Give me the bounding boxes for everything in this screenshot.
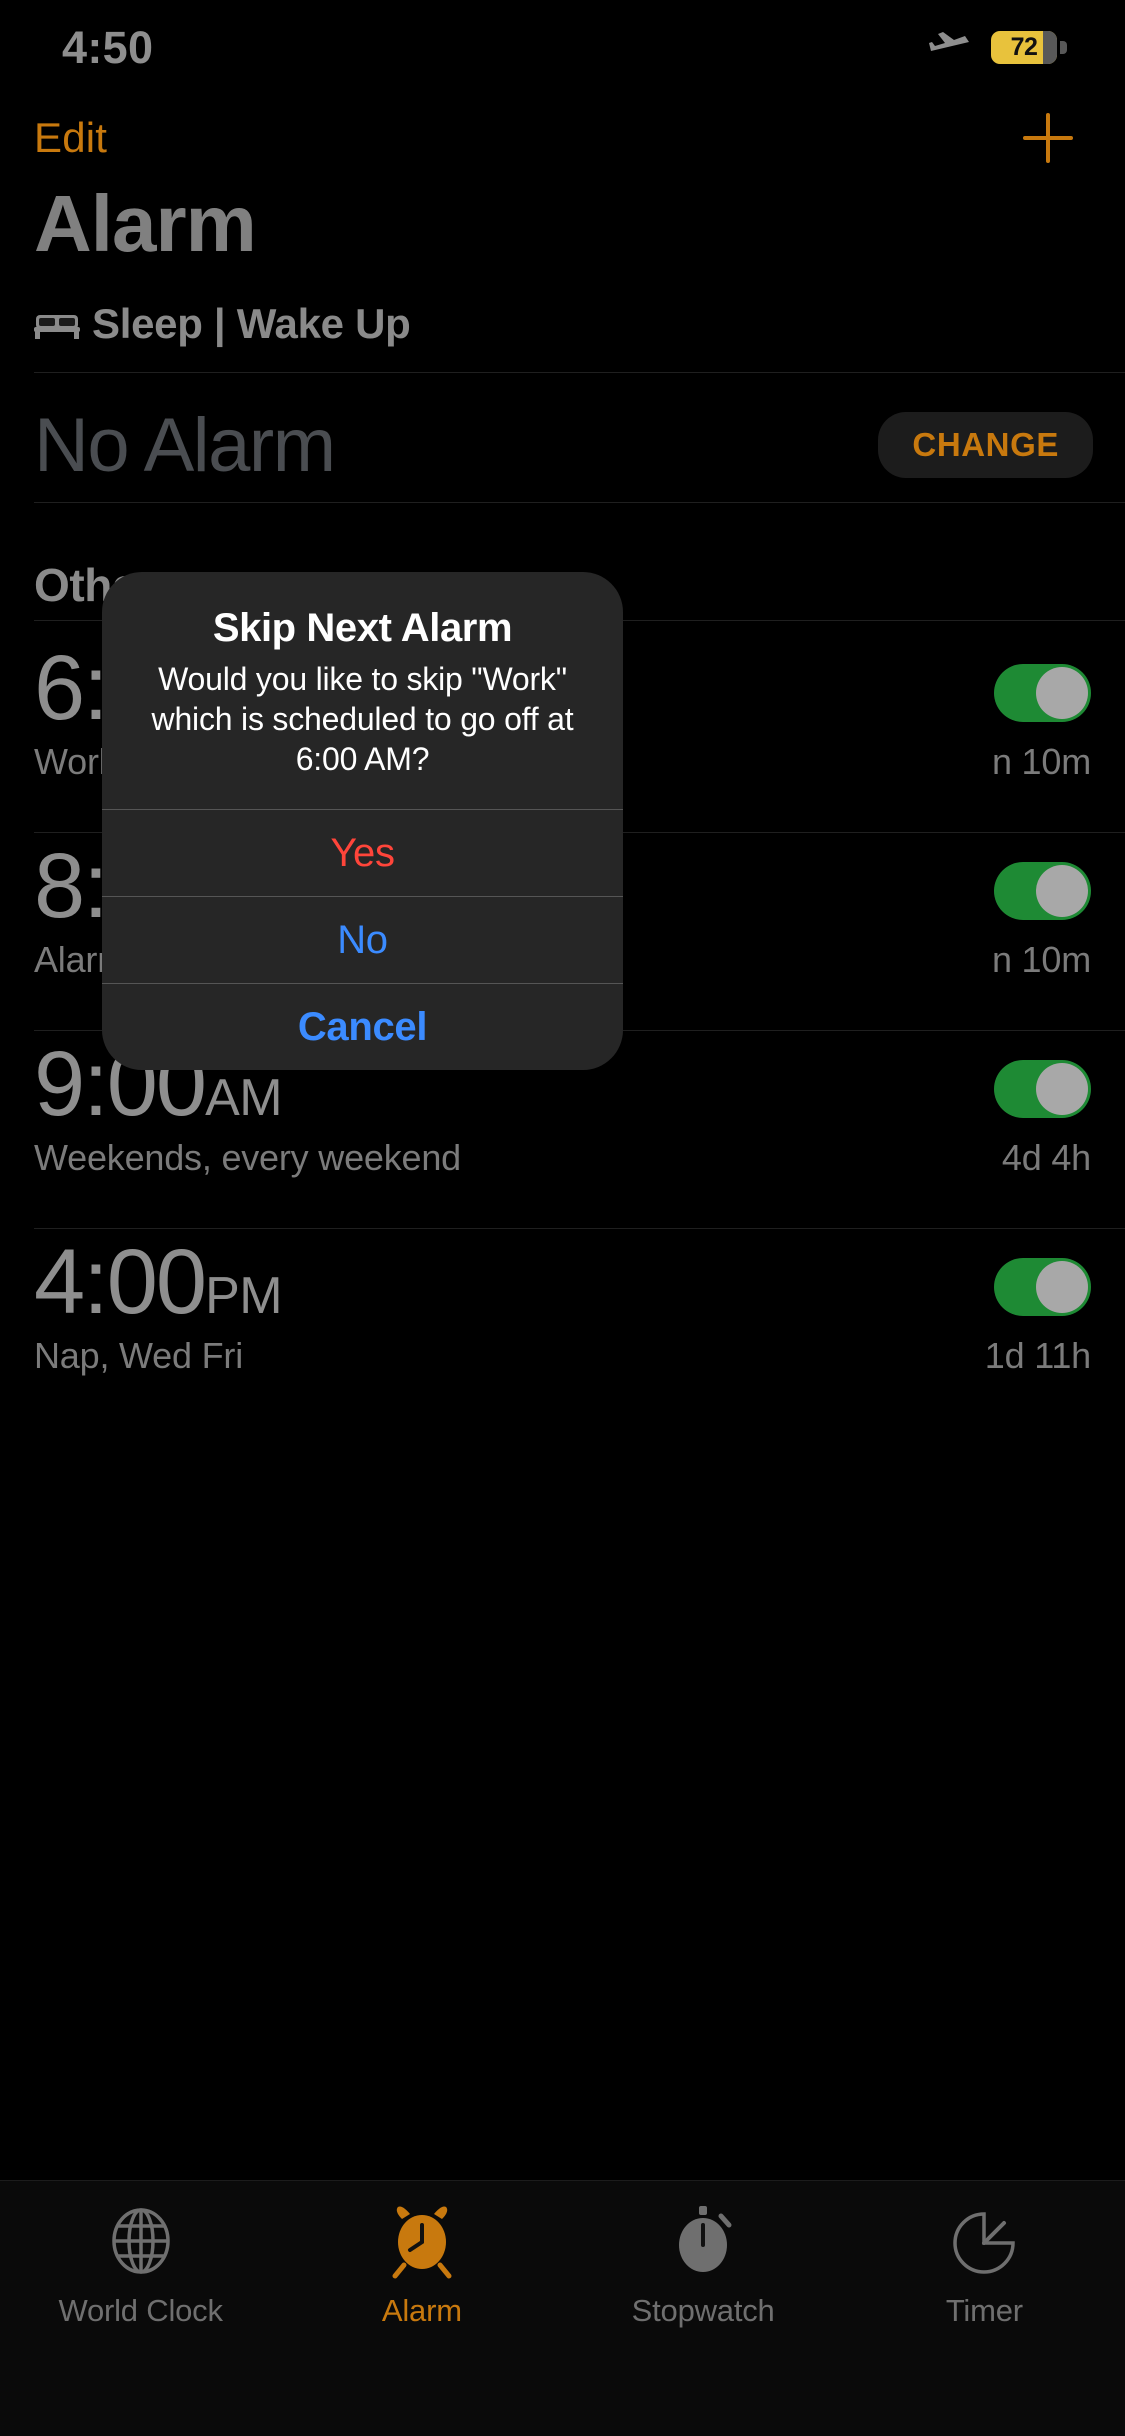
alarm-time: 4:00PM [34, 1234, 1091, 1331]
battery-indicator: 72 [991, 31, 1067, 64]
alarm-toggle-knob [1036, 667, 1088, 719]
alarm-row[interactable]: 4:00PM Nap, Wed Fri 1d 11h [0, 1234, 1125, 1377]
alarm-toggle[interactable] [994, 862, 1091, 920]
divider-alarm-3 [34, 1228, 1125, 1229]
tab-bar: World Clock Alarm Stopwatch Timer [0, 2180, 1125, 2436]
edit-button[interactable]: Edit [34, 114, 107, 162]
alarm-time-value: 4:00 [34, 1231, 207, 1333]
alarm-toggle[interactable] [994, 1060, 1091, 1118]
alarm-toggle-knob [1036, 865, 1088, 917]
status-bar-time: 4:50 [62, 21, 154, 73]
status-bar: 4:50 72 [0, 0, 1125, 95]
alarm-next-time: 1d 11h [984, 1334, 1091, 1376]
tab-label: Alarm [381, 2293, 462, 2328]
change-sleep-schedule-button[interactable]: CHANGE [878, 412, 1093, 478]
page-title: Alarm [34, 179, 257, 268]
dialog-no-button[interactable]: No [102, 896, 623, 983]
tab-label: World Clock [58, 2293, 223, 2328]
airplane-mode-icon [929, 31, 969, 51]
alarm-clock-icon [392, 2206, 452, 2279]
dialog-header: Skip Next Alarm Would you like to skip "… [102, 572, 623, 809]
tab-label: Timer [945, 2293, 1023, 2328]
dialog-cancel-button[interactable]: Cancel [102, 983, 623, 1070]
alarm-subrow: Nap, Wed Fri 1d 11h [34, 1335, 1091, 1377]
sleep-alarm-row[interactable]: No Alarm CHANGE [0, 380, 1125, 510]
alarm-label: Nap, Wed Fri [34, 1334, 243, 1376]
alarm-next-time: n 10m [991, 740, 1091, 782]
navigation-bar: Edit [0, 98, 1125, 178]
alarm-next-time: 4d 4h [1001, 1136, 1091, 1178]
bed-icon [34, 315, 80, 339]
alarm-toggle-knob [1036, 1063, 1088, 1115]
sleep-wakeup-header: Sleep | Wake Up [34, 300, 411, 348]
tab-timer[interactable]: Timer [844, 2203, 1125, 2329]
alarm-subrow: Weekends, every weekend 4d 4h [34, 1137, 1091, 1179]
alarm-toggle[interactable] [994, 664, 1091, 722]
alarm-toggle[interactable] [994, 1258, 1091, 1316]
status-bar-indicators: 72 [929, 31, 1067, 65]
alarm-next-time: n 10m [991, 938, 1091, 980]
battery-tip [1060, 41, 1067, 54]
timer-icon [953, 2212, 1016, 2274]
skip-next-alarm-dialog: Skip Next Alarm Would you like to skip "… [102, 572, 623, 1070]
divider-sleep-bottom [34, 502, 1125, 503]
dialog-message: Would you like to skip "Work" which is s… [151, 661, 574, 777]
dialog-yes-button[interactable]: Yes [102, 809, 623, 896]
alarm-time-ampm: PM [205, 1267, 283, 1325]
dialog-title: Skip Next Alarm [212, 606, 513, 650]
battery-body: 72 [991, 31, 1057, 64]
tab-alarm[interactable]: Alarm [281, 2203, 562, 2329]
tab-world-clock[interactable]: World Clock [0, 2203, 281, 2329]
tab-stopwatch[interactable]: Stopwatch [563, 2203, 844, 2329]
add-alarm-button[interactable] [1021, 111, 1075, 165]
battery-percent-label: 72 [1010, 33, 1038, 61]
divider-sleep-top [34, 372, 1125, 373]
globe-icon [111, 2208, 170, 2274]
sleep-alarm-value: No Alarm [34, 402, 336, 488]
alarm-label: Weekends, every weekend [34, 1136, 461, 1178]
tab-label: Stopwatch [631, 2293, 775, 2328]
stopwatch-icon [679, 2206, 732, 2272]
sleep-wakeup-label: Sleep | Wake Up [92, 300, 411, 347]
alarm-toggle-knob [1036, 1261, 1088, 1313]
alarm-time-ampm: AM [205, 1069, 283, 1127]
